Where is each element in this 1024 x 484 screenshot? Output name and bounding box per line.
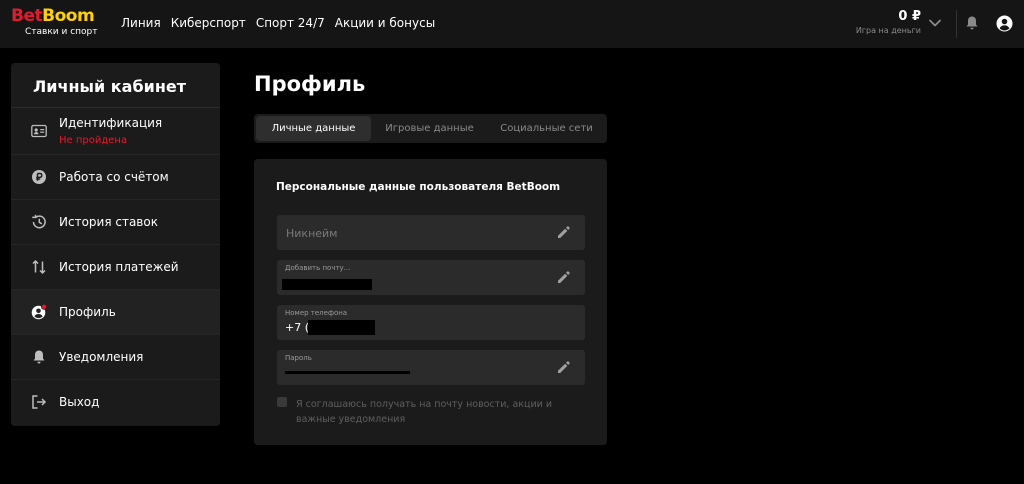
user-account-icon[interactable] — [996, 15, 1013, 32]
consent-text: Я соглашаюсь получать на почту новости, … — [296, 399, 553, 425]
logout-icon — [32, 395, 47, 409]
card-title: Персональные данные пользователя BetBoom — [276, 181, 561, 193]
sidebar-item-payment-history[interactable]: История платежей — [11, 245, 220, 290]
sidebar-item-label: История ставок — [59, 215, 158, 229]
sidebar-item-label: Профиль — [59, 305, 116, 319]
sidebar-item-identification[interactable]: Идентификация Не пройдена — [11, 108, 220, 155]
logo-boom: Boom — [42, 6, 95, 26]
notifications-bell-icon[interactable] — [964, 15, 980, 31]
tab-personal-data[interactable]: Личные данные — [256, 116, 371, 141]
balance-mode-label: Игра на деньги — [855, 26, 921, 35]
sidebar-item-label: История платежей — [59, 260, 179, 274]
password-field[interactable]: Пароль — [277, 350, 585, 385]
consent-checkbox[interactable] — [277, 397, 287, 407]
bell-icon — [33, 350, 45, 364]
nav-sport-24-7[interactable]: Спорт 24/7 — [256, 16, 325, 30]
sidebar-item-label: Идентификация — [59, 116, 163, 130]
logo-subtitle: Ставки и спорт — [25, 27, 98, 37]
profile-icon — [31, 304, 47, 320]
nickname-field[interactable]: Никнейм — [277, 215, 585, 250]
header-divider — [956, 10, 957, 38]
edit-pencil-icon[interactable] — [556, 225, 571, 240]
email-label: Добавить почту... — [285, 264, 351, 272]
nav-esports[interactable]: Киберспорт — [171, 16, 246, 30]
password-mask — [285, 371, 410, 374]
redacted-email — [282, 279, 372, 290]
password-label: Пароль — [285, 354, 312, 362]
logo-bet: Bet — [11, 6, 43, 26]
edit-pencil-icon[interactable] — [556, 360, 571, 375]
account-sidebar: Личный кабинет Идентификация Не пройдена… — [11, 63, 220, 426]
phone-field[interactable]: Номер телефона +7 (9 — [277, 305, 585, 340]
edit-pencil-icon[interactable] — [556, 270, 571, 285]
sidebar-item-label: Работа со счётом — [59, 170, 169, 184]
sidebar-item-label: Выход — [59, 395, 100, 409]
redacted-phone — [308, 320, 375, 335]
tab-game-data[interactable]: Игровые данные — [371, 116, 488, 141]
sidebar-item-notifications[interactable]: Уведомления — [11, 335, 220, 380]
sidebar-item-profile[interactable]: Профиль — [11, 290, 220, 335]
sidebar-item-account[interactable]: Работа со счётом — [11, 155, 220, 200]
id-card-icon — [31, 124, 47, 138]
nav-line[interactable]: Линия — [121, 16, 161, 30]
balance-widget[interactable]: 0 ₽ Игра на деньги — [856, 9, 921, 35]
personal-data-card: Персональные данные пользователя BetBoom… — [254, 159, 607, 445]
tab-social-networks[interactable]: Социальные сети — [488, 116, 605, 141]
email-field[interactable]: Добавить почту... — [277, 260, 585, 295]
identification-status: Не пройдена — [59, 135, 128, 146]
nickname-placeholder: Никнейм — [286, 227, 338, 240]
sidebar-item-logout[interactable]: Выход — [11, 380, 220, 425]
balance-amount: 0 ₽ — [898, 9, 921, 24]
betboom-logo[interactable]: BetBoom Ставки и спорт — [11, 7, 111, 37]
main-nav: Линия Киберспорт Спорт 24/7 Акции и бону… — [121, 16, 445, 30]
transfer-arrows-icon — [32, 259, 46, 275]
chevron-down-icon[interactable] — [928, 16, 942, 30]
sidebar-item-bet-history[interactable]: История ставок — [11, 200, 220, 245]
page-title: Профиль — [254, 72, 366, 96]
sidebar-item-label: Уведомления — [59, 350, 144, 364]
nav-promotions[interactable]: Акции и бонусы — [335, 16, 435, 30]
sidebar-title: Личный кабинет — [11, 63, 220, 108]
phone-label: Номер телефона — [285, 309, 348, 317]
history-icon — [32, 214, 46, 229]
ruble-coin-icon — [32, 170, 46, 184]
profile-tabs: Личные данные Игровые данные Социальные … — [254, 114, 607, 143]
top-header: BetBoom Ставки и спорт Линия Киберспорт … — [0, 0, 1024, 48]
